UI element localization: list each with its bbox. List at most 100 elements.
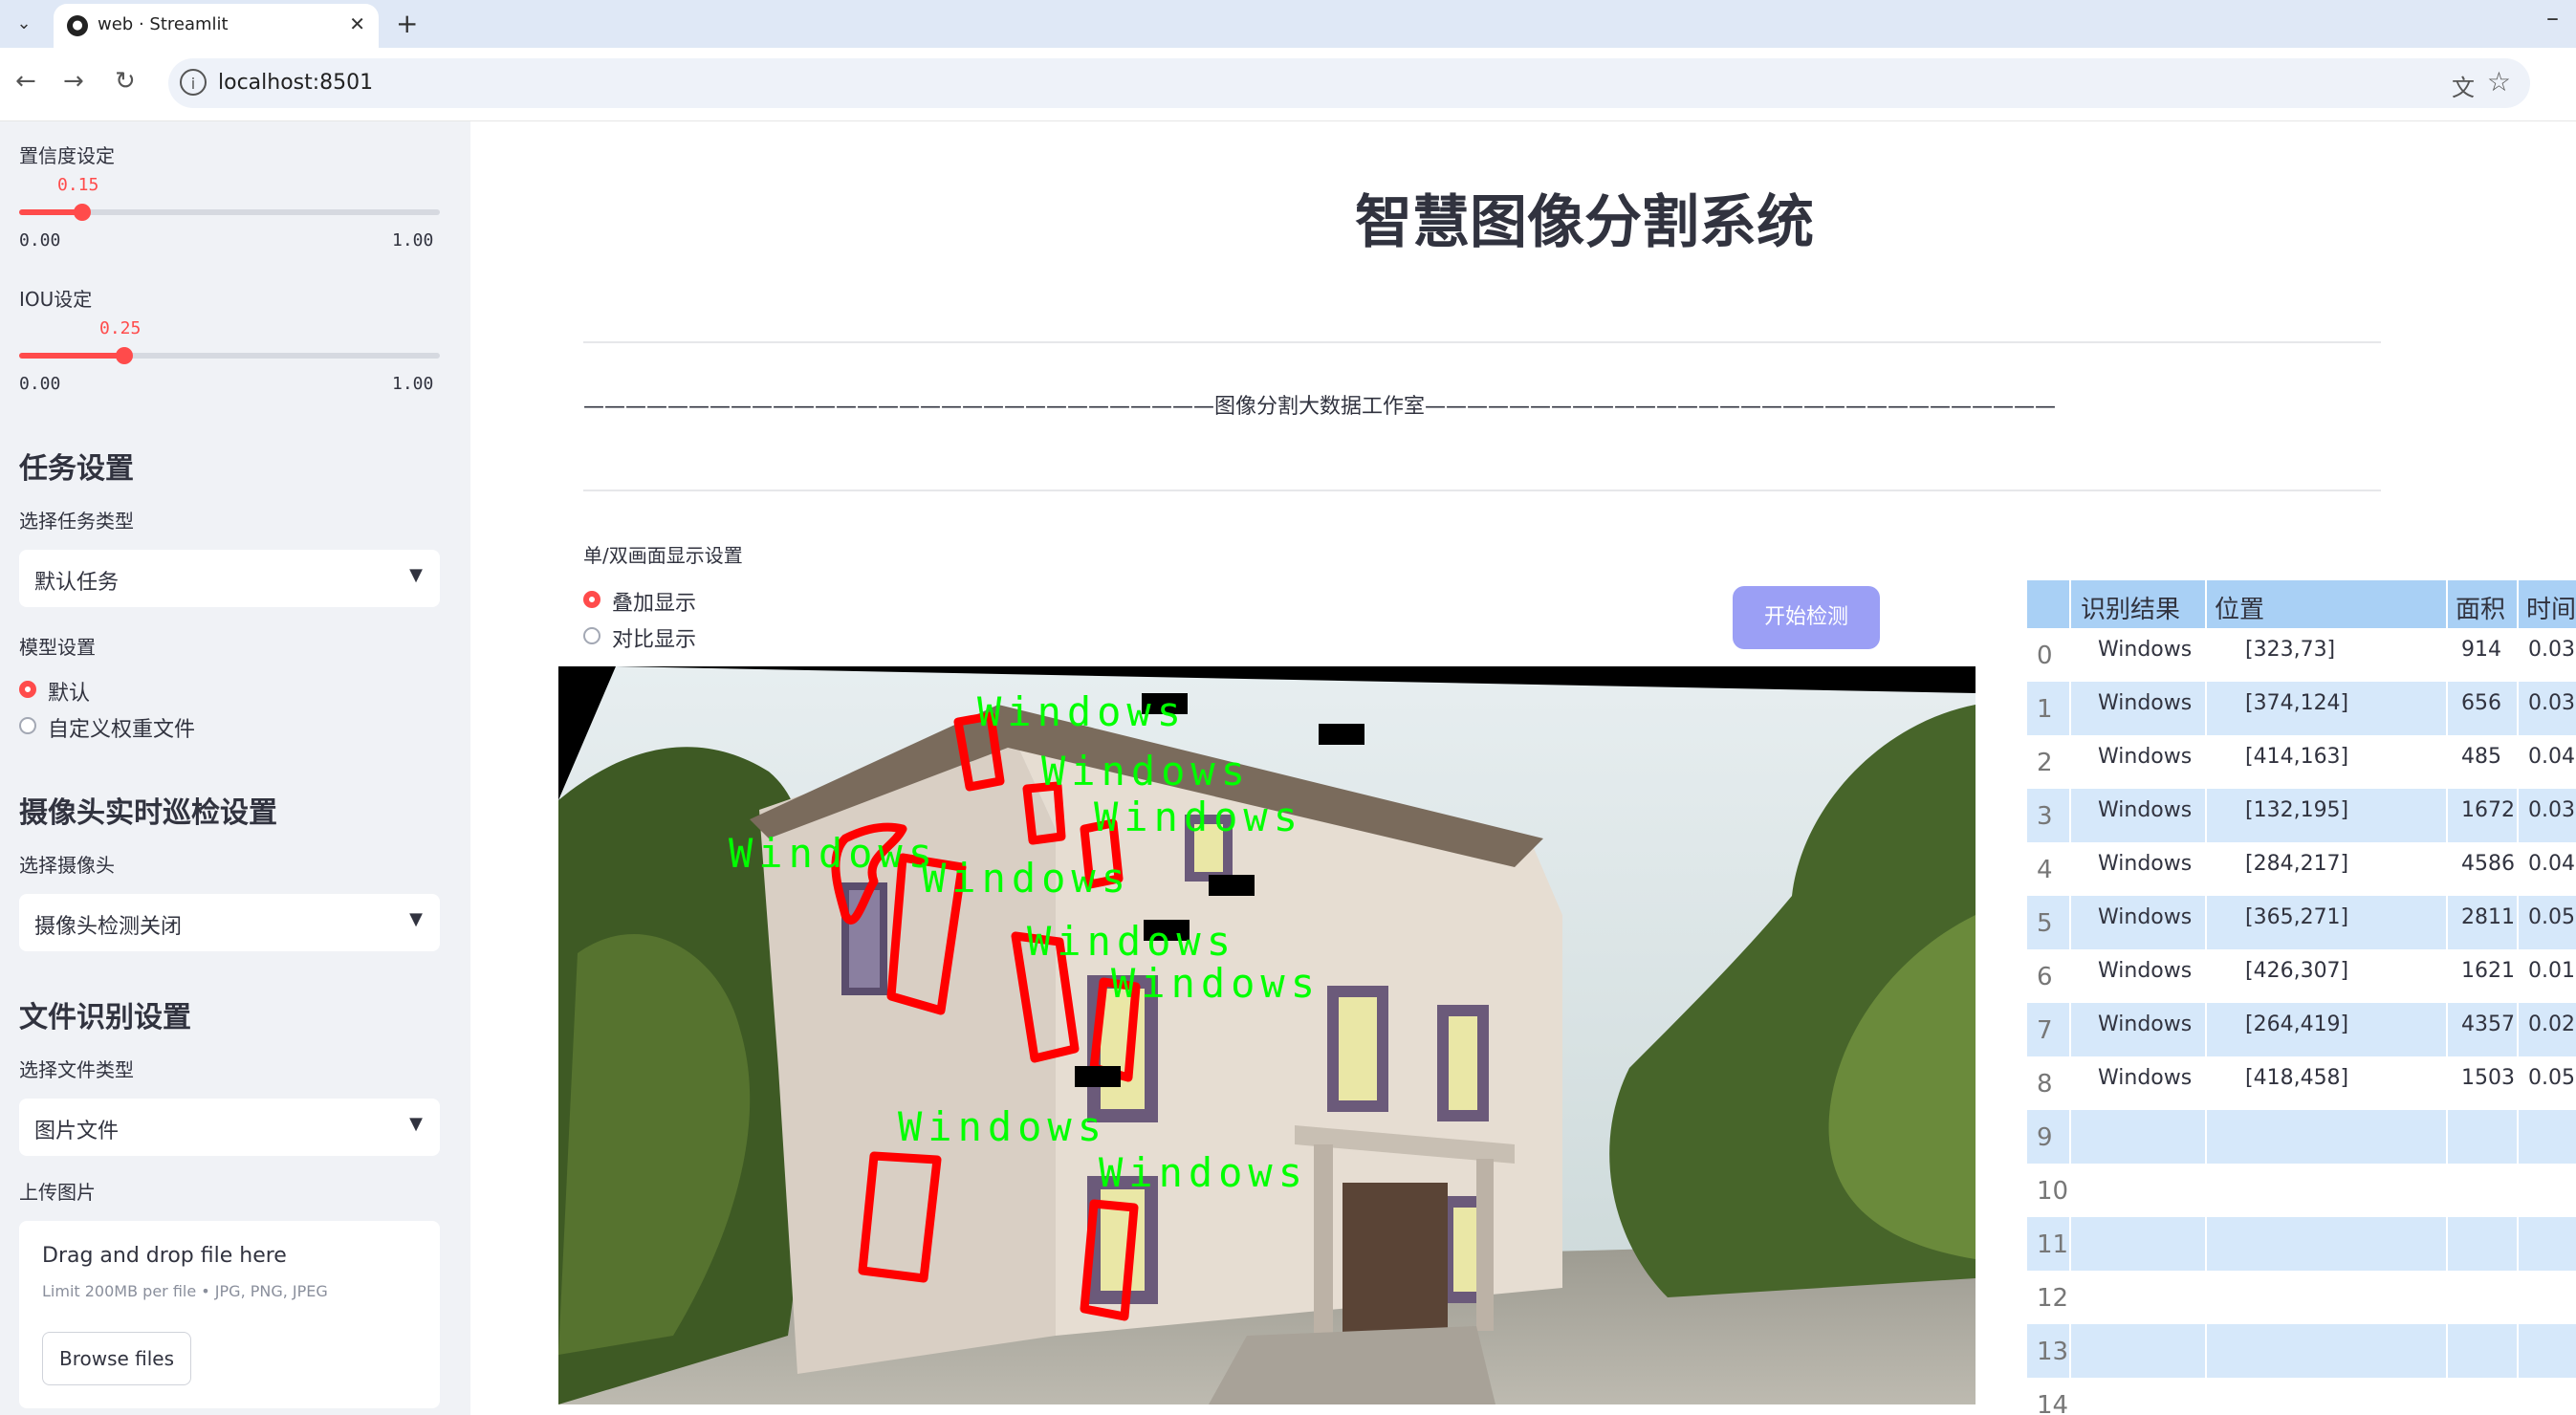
file-type-label: 选择文件类型	[19, 1058, 134, 1081]
table-row[interactable]: 3 Windows [132,195] 1672 0.03	[2027, 789, 2576, 842]
forward-icon[interactable]: →	[63, 67, 84, 96]
results-table[interactable]: 识别结果 位置 面积 时间 0 Windows [323,73] 914 0.03 1 Wi…	[2027, 580, 2576, 1415]
cell-area: 4357	[2461, 1012, 2515, 1036]
divider	[583, 341, 2381, 343]
cell-position: [264,419]	[2245, 1012, 2349, 1036]
file-uploader-dropzone[interactable]: Drag and drop file here Limit 200MB per …	[19, 1221, 440, 1408]
table-row[interactable]: 7 Windows [264,419] 4357 0.02	[2027, 1003, 2576, 1056]
iou-slider[interactable]	[19, 347, 440, 364]
upload-image-label: 上传图片	[19, 1181, 96, 1204]
table-row[interactable]: 10	[2027, 1164, 2576, 1217]
cell-position: [374,124]	[2245, 691, 2349, 715]
bookmark-star-icon[interactable]: ☆	[2487, 66, 2511, 98]
file-type-value: 图片文件	[34, 1120, 120, 1143]
site-info-icon[interactable]: i	[180, 69, 207, 96]
table-row[interactable]: 13	[2027, 1324, 2576, 1378]
task-type-label: 选择任务类型	[19, 510, 134, 533]
column-divider	[2205, 580, 2207, 1415]
close-tab-icon[interactable]: ✕	[349, 12, 365, 35]
divider	[583, 490, 2381, 491]
cell-area: 485	[2461, 745, 2501, 769]
cell-time: 0.04	[2528, 852, 2575, 876]
cell-class: Windows	[2098, 959, 2193, 983]
row-index: 12	[2037, 1284, 2069, 1313]
detection-label: Windows	[729, 830, 938, 877]
start-detection-button[interactable]: 开始检测	[1733, 586, 1880, 649]
radio-unselected-icon[interactable]	[19, 717, 36, 734]
url-text[interactable]: localhost:8501	[218, 71, 373, 95]
cell-area: 4586	[2461, 852, 2515, 876]
table-row[interactable]: 9	[2027, 1110, 2576, 1164]
cell-time: 0.02	[2528, 1012, 2575, 1036]
table-row[interactable]: 12	[2027, 1271, 2576, 1324]
cell-time: 0.03	[2528, 638, 2575, 662]
confidence-slider[interactable]	[19, 204, 440, 221]
cell-area: 2811	[2461, 905, 2515, 929]
row-index: 6	[2037, 963, 2053, 991]
cell-area: 1621	[2461, 959, 2515, 983]
chevron-down-icon: ▼	[409, 1114, 423, 1134]
iou-max: 1.00	[392, 374, 434, 394]
house-scene-drawing: Windows Windows Windows Windows Windows …	[558, 666, 1976, 1404]
model-settings-label: 模型设置	[19, 636, 96, 659]
row-index: 11	[2037, 1230, 2069, 1259]
minimize-window-icon[interactable]: –	[2546, 4, 2559, 33]
cell-position: [284,217]	[2245, 852, 2349, 876]
confidence-slider-thumb[interactable]	[74, 204, 91, 221]
display-option-label: 对比显示	[612, 628, 697, 652]
cell-time: 0.05	[2528, 1066, 2575, 1090]
confidence-min: 0.00	[19, 230, 61, 250]
column-header-area[interactable]: 面积	[2456, 590, 2505, 625]
cell-class: Windows	[2098, 798, 2193, 822]
browser-tab[interactable]: ● web · Streamlit ✕	[54, 4, 379, 48]
confidence-value: 0.15	[57, 175, 99, 195]
iou-min: 0.00	[19, 374, 61, 394]
table-row[interactable]: 14	[2027, 1378, 2576, 1415]
address-bar[interactable]: i localhost:8501 文 ☆	[168, 58, 2530, 108]
table-row[interactable]: 8 Windows [418,458] 1503 0.05	[2027, 1056, 2576, 1110]
back-icon[interactable]: ←	[15, 67, 36, 96]
row-index: 1	[2037, 695, 2053, 724]
detection-label: Windows	[1094, 794, 1303, 840]
table-row[interactable]: 11	[2027, 1217, 2576, 1271]
display-option-label: 叠加显示	[612, 592, 697, 616]
model-option-label: 自定义权重文件	[48, 718, 196, 742]
camera-select[interactable]: 摄像头检测关闭 ▼	[19, 894, 440, 951]
sidebar: 置信度设定 0.15 0.00 1.00 IOU设定 0.25 0.00 1.0…	[0, 121, 470, 1415]
radio-unselected-icon[interactable]	[583, 627, 600, 644]
translate-icon[interactable]: 文	[2452, 69, 2475, 102]
row-index: 13	[2037, 1338, 2069, 1366]
iou-label: IOU设定	[19, 288, 93, 311]
column-header-position[interactable]: 位置	[2215, 590, 2264, 625]
radio-selected-icon[interactable]	[583, 591, 600, 608]
chevron-down-icon: ▼	[409, 565, 423, 585]
file-type-select[interactable]: 图片文件 ▼	[19, 1099, 440, 1156]
column-divider	[2069, 580, 2071, 1415]
table-row[interactable]: 6 Windows [426,307] 1621 0.01	[2027, 949, 2576, 1003]
reload-icon[interactable]: ↻	[115, 67, 136, 96]
task-type-select[interactable]: 默认任务 ▼	[19, 550, 440, 607]
table-row[interactable]: 2 Windows [414,163] 485 0.04	[2027, 735, 2576, 789]
table-header: 识别结果 位置 面积 时间	[2027, 580, 2576, 628]
cell-time: 0.03	[2528, 798, 2575, 822]
new-tab-icon[interactable]: +	[396, 8, 418, 39]
cell-class: Windows	[2098, 691, 2193, 715]
radio-selected-icon[interactable]	[19, 681, 36, 698]
table-row[interactable]: 4 Windows [284,217] 4586 0.04	[2027, 842, 2576, 896]
task-type-value: 默认任务	[34, 571, 120, 595]
table-row[interactable]: 5 Windows [365,271] 2811 0.05	[2027, 896, 2576, 949]
cell-position: [323,73]	[2245, 638, 2336, 662]
row-index: 9	[2037, 1123, 2053, 1152]
iou-slider-thumb[interactable]	[116, 347, 133, 364]
browse-files-button[interactable]: Browse files	[42, 1332, 191, 1385]
column-header-class[interactable]: 识别结果	[2081, 590, 2180, 625]
tab-search-icon[interactable]: ⌄	[10, 10, 38, 38]
cell-time: 0.04	[2528, 745, 2575, 769]
row-index: 8	[2037, 1070, 2053, 1099]
column-header-time[interactable]: 时间	[2526, 590, 2576, 625]
row-index: 7	[2037, 1016, 2053, 1045]
table-row[interactable]: 0 Windows [323,73] 914 0.03	[2027, 628, 2576, 682]
task-settings-heading: 任务设置	[19, 452, 134, 486]
table-row[interactable]: 1 Windows [374,124] 656 0.03	[2027, 682, 2576, 735]
cell-area: 914	[2461, 638, 2501, 662]
